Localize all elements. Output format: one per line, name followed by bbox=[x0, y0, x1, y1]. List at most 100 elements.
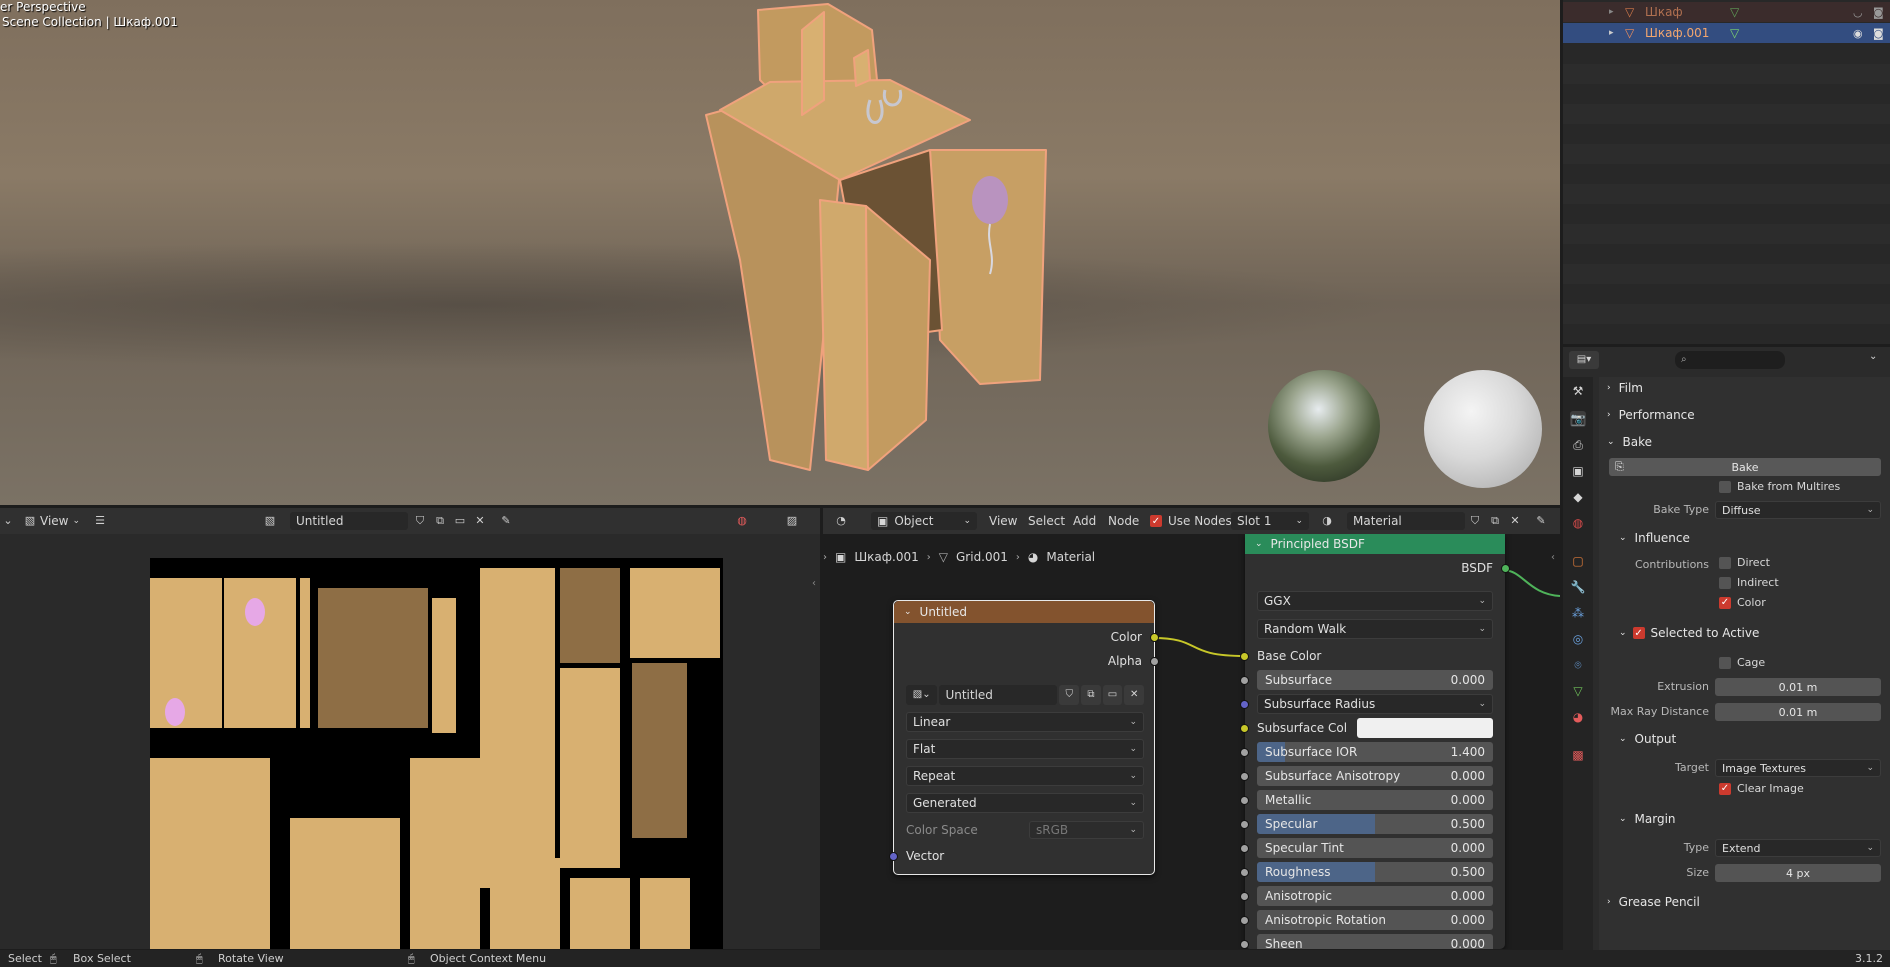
duplicate-icon[interactable]: ⧉ bbox=[432, 513, 448, 529]
sidebar-toggle-icon[interactable]: ‹ bbox=[1551, 552, 1555, 563]
fake-user-icon[interactable]: ⛉ bbox=[412, 513, 428, 529]
tool-tab-icon[interactable]: ⚒ bbox=[1570, 383, 1586, 399]
outliner-item[interactable]: ▸ ▽ Шкаф.001 ▽ ◉ ◙ bbox=[1563, 23, 1890, 43]
constraints-tab-icon[interactable]: ⌾ bbox=[1570, 657, 1586, 673]
pin-icon[interactable]: ✎ bbox=[498, 513, 514, 529]
panel-influence[interactable]: ⌄ Influence bbox=[1619, 527, 1690, 549]
add-menu[interactable]: Add bbox=[1073, 512, 1096, 530]
slider-anisotropic[interactable]: Anisotropic 0.000 bbox=[1257, 886, 1493, 906]
scene-tab-icon[interactable]: ◆ bbox=[1570, 489, 1586, 505]
world-tab-icon[interactable]: ◍ bbox=[1570, 515, 1586, 531]
hamburger-menu-icon[interactable]: ☰ bbox=[92, 513, 108, 529]
duplicate-icon[interactable]: ⧉ bbox=[1487, 513, 1503, 529]
slider-subsurface[interactable]: Subsurface 0.000 bbox=[1257, 670, 1493, 690]
view-menu[interactable]: View bbox=[989, 512, 1017, 530]
panel-output[interactable]: ⌄ Output bbox=[1619, 728, 1676, 750]
panel-bake[interactable]: ⌄ Bake bbox=[1607, 431, 1652, 453]
image-editor-type-icon[interactable]: ▧ bbox=[22, 513, 38, 529]
color-checkbox[interactable]: ✓ Color bbox=[1719, 596, 1766, 609]
image-selector[interactable]: ▧⌄ Untitled ⛉ ⧉ ▭ ✕ bbox=[906, 685, 1144, 705]
use-nodes-checkbox[interactable]: ✓ Use Nodes bbox=[1150, 512, 1232, 530]
extension-dropdown[interactable]: Repeat ⌄ bbox=[906, 766, 1144, 786]
panel-film[interactable]: › Film bbox=[1607, 377, 1643, 399]
pin-icon[interactable]: ✎ bbox=[1533, 513, 1549, 529]
node-header[interactable]: ⌄ Principled BSDF bbox=[1245, 534, 1505, 554]
3d-viewport[interactable]: er Perspective Scene Collection | Шкаф.0… bbox=[0, 0, 1560, 505]
principled-bsdf-node[interactable]: ⌄ Principled BSDF BSDF GGX ⌄ Random Walk ⌄… bbox=[1240, 534, 1510, 949]
texture-tab-icon[interactable]: ▩ bbox=[1570, 747, 1586, 763]
close-icon[interactable]: ✕ bbox=[1507, 513, 1523, 529]
open-folder-icon[interactable]: ▭ bbox=[1102, 685, 1123, 705]
slider-anisotropic-rotation[interactable]: Anisotropic Rotation 0.000 bbox=[1257, 910, 1493, 930]
max-ray-distance-field[interactable]: 0.01 m bbox=[1715, 703, 1881, 721]
search-input[interactable]: ⌕ bbox=[1675, 351, 1785, 369]
camera-icon[interactable]: ◙ bbox=[1873, 27, 1884, 40]
indirect-checkbox[interactable]: Indirect bbox=[1719, 576, 1779, 589]
open-folder-icon[interactable]: ▭ bbox=[452, 513, 468, 529]
target-dropdown[interactable]: Image Textures ⌄ bbox=[1715, 759, 1881, 777]
visibility-icon[interactable]: ◉ bbox=[1853, 27, 1863, 40]
panel-grease-pencil[interactable]: › Grease Pencil bbox=[1607, 891, 1700, 913]
data-tab-icon[interactable]: ▽ bbox=[1570, 683, 1586, 699]
color-output-socket[interactable] bbox=[1150, 633, 1159, 642]
subsurface-radius-socket[interactable] bbox=[1240, 700, 1249, 709]
subsurface-radius-dropdown[interactable]: Subsurface Radius ⌄ bbox=[1257, 694, 1493, 714]
slider-specular[interactable]: Specular 0.500 bbox=[1257, 814, 1493, 834]
slider-roughness[interactable]: Roughness 0.500 bbox=[1257, 862, 1493, 882]
vector-input-socket[interactable] bbox=[889, 852, 898, 861]
close-icon[interactable]: ✕ bbox=[1124, 685, 1144, 705]
output-tab-icon[interactable]: ⎙ bbox=[1570, 437, 1586, 453]
editor-type-icon[interactable]: ▤▾ bbox=[1569, 351, 1599, 369]
clear-image-checkbox[interactable]: ✓ Clear Image bbox=[1719, 782, 1804, 795]
input-socket[interactable] bbox=[1240, 892, 1249, 901]
direct-checkbox[interactable]: Direct bbox=[1719, 556, 1770, 569]
view-menu[interactable]: View ⌄ bbox=[40, 512, 80, 530]
slot-dropdown[interactable]: Slot 1 ⌄ bbox=[1231, 512, 1309, 530]
object-mode-dropdown[interactable]: ▣ Object ⌄ bbox=[871, 512, 977, 530]
input-socket[interactable] bbox=[1240, 748, 1249, 757]
subsurface-color-socket[interactable] bbox=[1240, 724, 1249, 733]
input-socket[interactable] bbox=[1240, 676, 1249, 685]
panel-performance[interactable]: › Performance bbox=[1607, 404, 1695, 426]
margin-type-dropdown[interactable]: Extend ⌄ bbox=[1715, 839, 1881, 857]
bake-from-multires-checkbox[interactable]: Bake from Multires bbox=[1719, 480, 1840, 493]
panel-selected-to-active[interactable]: ⌄ ✓ Selected to Active bbox=[1619, 622, 1759, 644]
input-socket[interactable] bbox=[1240, 916, 1249, 925]
node-editor-canvas[interactable]: › ▣ Шкаф.001 › ▽ Grid.001 › ◕ Material ⌄… bbox=[823, 534, 1560, 949]
fake-user-icon[interactable]: ⛉ bbox=[1059, 685, 1080, 705]
margin-size-field[interactable]: 4 px bbox=[1715, 864, 1881, 882]
selected-to-active-checkbox[interactable]: ✓ bbox=[1632, 627, 1645, 639]
material-name-field[interactable]: Material bbox=[1347, 512, 1465, 530]
wardrobe-model[interactable] bbox=[690, 0, 1070, 480]
slider-subsurface-anisotropy[interactable]: Subsurface Anisotropy 0.000 bbox=[1257, 766, 1493, 786]
input-socket[interactable] bbox=[1240, 820, 1249, 829]
alpha-output-socket[interactable] bbox=[1150, 657, 1159, 666]
expand-arrow-icon[interactable]: ▸ bbox=[1609, 7, 1614, 17]
shader-editor-type-icon[interactable]: ◔ bbox=[833, 513, 849, 529]
extrusion-field[interactable]: 0.01 m bbox=[1715, 678, 1881, 696]
input-socket[interactable] bbox=[1240, 772, 1249, 781]
outliner[interactable]: ▸ ▽ Шкаф ▽ ◡ ◙ ▸ ▽ Шкаф.001 ▽ ◉ ◙ bbox=[1563, 0, 1890, 344]
physics-tab-icon[interactable]: ◎ bbox=[1570, 631, 1586, 647]
particles-tab-icon[interactable]: ⁂ bbox=[1570, 605, 1586, 621]
color-space-dropdown[interactable]: sRGB ⌄ bbox=[1029, 821, 1144, 839]
object-tab-icon[interactable]: ▢ bbox=[1570, 553, 1586, 569]
image-texture-node[interactable]: ⌄ Untitled Color Alpha ▧⌄ Untitled ⛉ ⧉ ▭… bbox=[889, 600, 1159, 875]
close-icon[interactable]: ✕ bbox=[472, 513, 488, 529]
slider-sheen[interactable]: Sheen 0.000 bbox=[1257, 934, 1493, 949]
display-channels-icon[interactable]: ▨ bbox=[784, 513, 800, 529]
slider-metallic[interactable]: Metallic 0.000 bbox=[1257, 790, 1493, 810]
subsurface-color-swatch[interactable] bbox=[1357, 718, 1493, 738]
image-browse-icon[interactable]: ▧⌄ bbox=[906, 685, 938, 705]
camera-icon[interactable]: ◙ bbox=[1873, 6, 1884, 19]
image-editor-canvas[interactable]: ‹ bbox=[0, 534, 820, 949]
projection-dropdown[interactable]: Flat ⌄ bbox=[906, 739, 1144, 759]
outliner-item[interactable]: ▸ ▽ Шкаф ▽ ◡ ◙ bbox=[1563, 2, 1890, 22]
bake-type-dropdown[interactable]: Diffuse ⌄ bbox=[1715, 501, 1881, 519]
fake-user-icon[interactable]: ⛉ bbox=[1467, 513, 1483, 529]
duplicate-icon[interactable]: ⧉ bbox=[1081, 685, 1101, 705]
expand-arrow-icon[interactable]: ▸ bbox=[1609, 28, 1614, 38]
sidebar-toggle-icon[interactable]: ‹ bbox=[812, 578, 816, 589]
input-socket[interactable] bbox=[1240, 796, 1249, 805]
modifier-tab-icon[interactable]: 🔧 bbox=[1570, 579, 1586, 595]
